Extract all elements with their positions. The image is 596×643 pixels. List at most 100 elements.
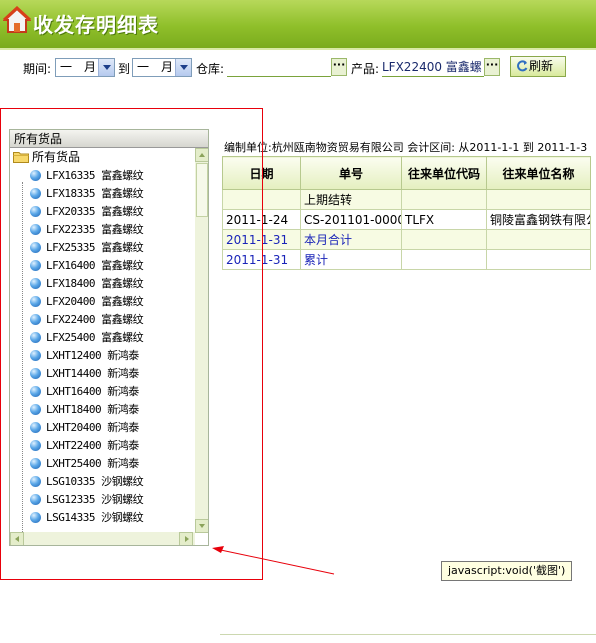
app-window: 收发存明细表 期间: 一 月 到 一 月 仓库: ··· 产品: LFX2240… [0,0,596,643]
scroll-thumb[interactable] [196,163,208,217]
tree-item[interactable]: LFX18335 富鑫螺纹 [30,185,144,203]
table-cell[interactable]: 累计 [300,249,402,270]
refresh-icon [517,60,528,72]
tree-item[interactable]: LXHT25400 新鸿泰 [30,455,139,473]
period-to-select[interactable]: 一 月 [132,58,192,77]
tree-item[interactable]: LSG12335 沙钢螺纹 [30,491,144,509]
tree-item-label: LXHT25400 新鸿泰 [46,457,139,470]
tree-item[interactable]: LFX20400 富鑫螺纹 [30,293,144,311]
tree-item-label: LXHT22400 新鸿泰 [46,439,139,452]
table-cell: 上期结转 [300,189,402,210]
table-row[interactable]: 2011-1-31 本月合计 [222,229,591,250]
tree-item[interactable]: LFX16335 富鑫螺纹 [30,167,144,185]
home-icon [3,6,31,33]
tree-item[interactable]: LXHT12400 新鸿泰 [30,347,139,365]
scroll-up-icon[interactable] [195,148,208,162]
tree-item[interactable]: LFX16400 富鑫螺纹 [30,257,144,275]
product-ball-icon [30,296,41,307]
table-cell[interactable]: 2011-1-31 [222,229,301,250]
table-cell [486,189,591,210]
table-cell [401,229,487,250]
product-browse-button[interactable]: ··· [484,58,500,76]
table-cell[interactable]: 2011-1-31 [222,249,301,270]
table-row[interactable]: 2011-1-31 累计 [222,249,591,270]
tree-item-label: LSG14335 沙钢螺纹 [46,511,144,524]
report-info: 编制单位:杭州瓯南物资贸易有限公司 会计区间: 从2011-1-1 到 2011… [224,141,588,154]
product-ball-icon [30,422,41,433]
product-ball-icon [30,314,41,325]
tree-guide-line [22,182,23,532]
product-ball-icon [30,188,41,199]
period-from-select[interactable]: 一 月 [55,58,115,77]
tree-item-label: LXHT12400 新鸿泰 [46,349,139,362]
table-cell [222,189,301,210]
tree-item[interactable]: LFX18400 富鑫螺纹 [30,275,144,293]
tree-item[interactable]: LSG14335 沙钢螺纹 [30,509,144,527]
refresh-label: 刷新 [529,59,554,73]
tree-item[interactable]: LFX22400 富鑫螺纹 [30,311,144,329]
tree-item-label: LFX22400 富鑫螺纹 [46,313,144,326]
title-bar: 收发存明细表 [0,0,596,48]
product-ball-icon [30,206,41,217]
chevron-down-icon[interactable] [175,59,191,76]
tree-item[interactable]: LXHT16400 新鸿泰 [30,383,139,401]
tree-item-label: LFX20400 富鑫螺纹 [46,295,144,308]
product-ball-icon [30,278,41,289]
tree-item[interactable]: LFX20335 富鑫螺纹 [30,203,144,221]
table-cell [401,249,487,270]
product-ball-icon [30,368,41,379]
refresh-button[interactable]: 刷新 [510,56,566,77]
column-header[interactable]: 往来单位代码 [401,156,487,190]
to-label: 到 [118,62,131,76]
tree-item-label: LXHT18400 新鸿泰 [46,403,139,416]
table-row[interactable]: 上期结转 [222,189,591,210]
vertical-scrollbar[interactable] [195,148,208,533]
scroll-track[interactable] [25,533,177,545]
table-row[interactable]: 2011-1-24CS-201101-00006TLFX铜陵富鑫钢铁有限公 [222,209,591,230]
bottom-divider [220,634,596,635]
tree-root[interactable]: 所有货品 [12,149,80,165]
column-header[interactable]: 日期 [222,156,301,190]
chevron-down-icon[interactable] [98,59,114,76]
table-cell: CS-201101-00006 [300,209,402,230]
horizontal-scrollbar[interactable] [10,532,195,545]
tree-item-label: LXHT20400 新鸿泰 [46,421,139,434]
warehouse-input[interactable] [227,58,331,77]
product-input[interactable]: LFX22400 富鑫螺 [382,58,484,77]
warehouse-browse-button[interactable]: ··· [331,58,347,76]
scroll-down-icon[interactable] [195,519,208,533]
tree-item-label: LXHT16400 新鸿泰 [46,385,139,398]
column-header[interactable]: 单号 [300,156,402,190]
tree-root-label: 所有货品 [32,150,81,164]
product-ball-icon [30,224,41,235]
table-cell [401,189,487,210]
product-ball-icon [30,332,41,343]
product-ball-icon [30,512,41,523]
scroll-left-icon[interactable] [10,532,24,545]
tree-item[interactable]: LXHT18400 新鸿泰 [30,401,139,419]
tree-item[interactable]: LXHT22400 新鸿泰 [30,437,139,455]
product-ball-icon [30,242,41,253]
tree-item[interactable]: LXHT14400 新鸿泰 [30,365,139,383]
tree-item-label: LFX25400 富鑫螺纹 [46,331,144,344]
table-cell[interactable]: 本月合计 [300,229,402,250]
column-header[interactable]: 往来单位名称 [486,156,591,190]
tree-item[interactable]: LFX25335 富鑫螺纹 [30,239,144,257]
tree-item-label: LFX16400 富鑫螺纹 [46,259,144,272]
tree-item[interactable]: LXHT20400 新鸿泰 [30,419,139,437]
tree-item-label: LFX22335 富鑫螺纹 [46,223,144,236]
tree-item[interactable]: LFX25400 富鑫螺纹 [30,329,144,347]
period-from-value: 一 月 [60,60,97,74]
tree-item[interactable]: LFX22335 富鑫螺纹 [30,221,144,239]
page-title: 收发存明细表 [33,13,159,37]
tree-item-label: LSG10335 沙钢螺纹 [46,475,144,488]
product-ball-icon [30,386,41,397]
tree-list[interactable]: 所有货品 LFX16335 富鑫螺纹 LFX18335 富鑫螺纹 LFX20335 … [10,148,194,532]
table-cell: 2011-1-24 [222,209,301,230]
scroll-right-icon[interactable] [179,532,193,545]
table-cell [486,249,591,270]
report-table: 日期 单号 往来单位代码 往来单位名称 上期结转 2011-1-24 CS-201101-… [222,156,591,270]
tree-item-label: LXHT14400 新鸿泰 [46,367,139,380]
tree-item[interactable]: LSG10335 沙钢螺纹 [30,473,144,491]
product-ball-icon [30,440,41,451]
